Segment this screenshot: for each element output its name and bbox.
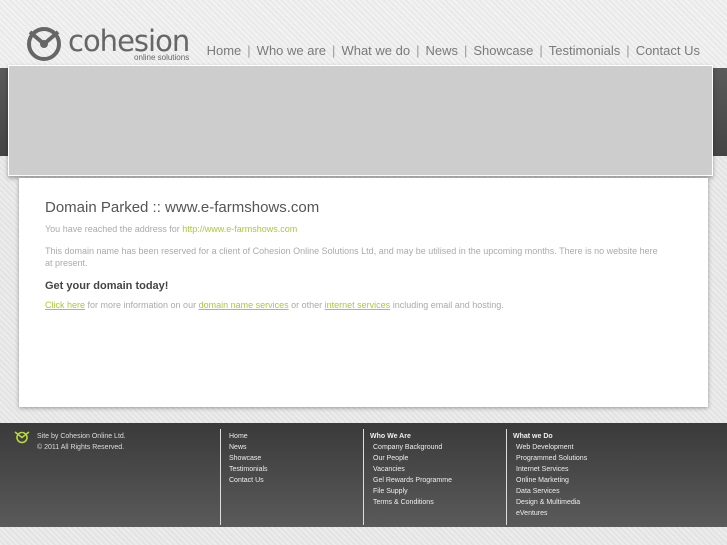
footer-link-contact-us[interactable]: Contact Us [226,475,268,486]
footer-link-news[interactable]: News [226,442,268,453]
click-here-link[interactable]: Click here [45,300,85,310]
more-info-part3: including email and hosting. [390,300,504,310]
domain-name-services-link[interactable]: domain name services [199,300,289,310]
cohesion-logo-mark-icon [27,27,61,61]
get-domain-heading: Get your domain today! [45,280,169,292]
footer-link-file-supply[interactable]: File Supply [370,486,452,497]
footer-link-home[interactable]: Home [226,431,268,442]
more-info-text: Click here for more information on our d… [45,299,504,311]
footer-link-online-marketing[interactable]: Online Marketing [513,475,587,486]
cohesion-logo[interactable]: cohesion online solutions [24,23,190,64]
nav-separator: | [464,43,468,58]
content-panel: Domain Parked :: www.e-farmshows.com You… [19,178,708,407]
reserved-text: This domain name has been reserved for a… [45,246,658,268]
nav-showcase[interactable]: Showcase [473,43,533,58]
nav-separator: | [416,43,420,58]
footer-link-showcase[interactable]: Showcase [226,453,268,464]
nav-contact-us[interactable]: Contact Us [636,43,700,58]
reached-prefix: You have reached the address for [45,224,183,234]
footer-divider [220,429,221,525]
footer-divider [363,429,364,525]
nav-separator: | [539,43,543,58]
reached-text: You have reached the address for http://… [45,223,297,235]
footer-link-data-services[interactable]: Data Services [513,486,587,497]
cohesion-footer-logo-icon [14,431,30,444]
footer-link-web-development[interactable]: Web Development [513,442,587,453]
nav-separator: | [247,43,251,58]
footer-col-main: Home News Showcase Testimonials Contact … [226,431,268,486]
footer-link-internet-services[interactable]: Internet Services [513,464,587,475]
brand-tagline: online solutions [134,52,190,62]
footer-link-design-multimedia[interactable]: Design & Multimedia [513,497,587,508]
footer-link-testimonials[interactable]: Testimonials [226,464,268,475]
footer-divider [506,429,507,525]
footer-credit: Site by Cohesion Online Ltd. © 2011 All … [37,431,126,453]
nav-home[interactable]: Home [207,43,242,58]
page-title: Domain Parked :: www.e-farmshows.com [45,199,320,216]
nav-testimonials[interactable]: Testimonials [549,43,621,58]
nav-separator: | [332,43,336,58]
nav-who-we-are[interactable]: Who we are [257,43,326,58]
footer: Site by Cohesion Online Ltd. © 2011 All … [0,423,727,527]
hero-banner [8,65,713,176]
footer-col-what-we-do: What we Do Web Development Programmed So… [513,431,587,519]
internet-services-link[interactable]: internet services [325,300,391,310]
footer-col-who-we-are: Who We Are Company Background Our People… [370,431,452,508]
main-nav: Home | Who we are | What we do | News | … [207,43,700,58]
footer-credit-line2: © 2011 All Rights Reserved. [37,444,125,451]
footer-link-company-background[interactable]: Company Background [370,442,452,453]
nav-separator: | [626,43,630,58]
footer-link-programmed-solutions[interactable]: Programmed Solutions [513,453,587,464]
footer-credit-line1: Site by Cohesion Online Ltd. [37,433,126,440]
footer-link-vacancies[interactable]: Vacancies [370,464,452,475]
more-info-part2: or other [288,300,325,310]
footer-heading-what-we-do: What we Do [513,433,553,440]
nav-news[interactable]: News [425,43,458,58]
footer-link-gel-rewards[interactable]: Gel Rewards Programme [370,475,452,486]
brand-name: cohesion [68,23,190,58]
nav-what-we-do[interactable]: What we do [341,43,410,58]
footer-link-terms[interactable]: Terms & Conditions [370,497,452,508]
more-info-part1: for more information on our [85,300,199,310]
footer-link-our-people[interactable]: Our People [370,453,452,464]
footer-heading-who-we-are: Who We Are [370,433,411,440]
footer-link-eventures[interactable]: eVentures [513,508,587,519]
domain-link[interactable]: http://www.e-farmshows.com [182,224,297,234]
